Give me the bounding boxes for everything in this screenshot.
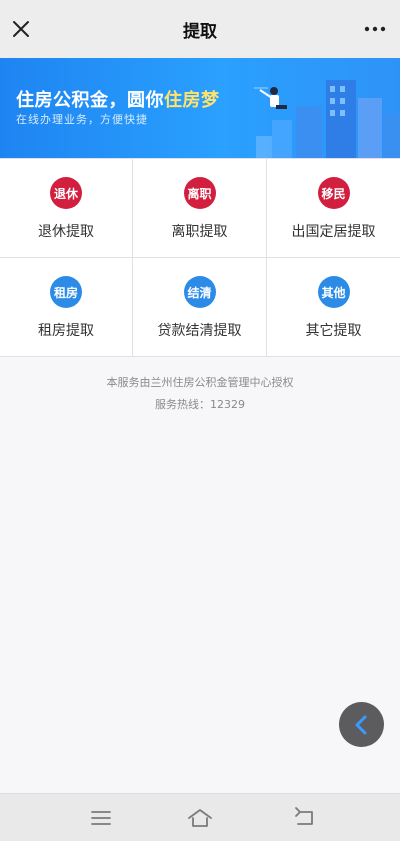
- banner-subtitle: 在线办理业务，方便快捷: [16, 113, 148, 126]
- chevron-left-icon: [355, 715, 366, 734]
- banner-slogan-main: 住房公积金，圆你: [16, 90, 164, 111]
- hotline-text: 服务热线：12329: [155, 398, 245, 411]
- emigration-icon: 移民: [317, 177, 350, 209]
- home-icon[interactable]: [187, 806, 213, 830]
- close-icon[interactable]: [12, 20, 30, 38]
- other-icon: 其他: [317, 276, 350, 308]
- menu-icon[interactable]: [88, 806, 114, 830]
- resignation-icon: 离职: [183, 177, 216, 209]
- rent-icon: 租房: [50, 276, 82, 308]
- service-label: 出国定居提取: [291, 224, 376, 240]
- service-label: 离职提取: [171, 224, 228, 240]
- city-buildings-illustration: [254, 80, 400, 158]
- back-icon[interactable]: [292, 806, 318, 830]
- footer-note: 本服务由兰州住房公积金管理中心授权 服务热线：12329: [0, 372, 400, 416]
- system-nav-bar: [0, 793, 400, 841]
- top-nav-bar: 提取: [0, 0, 400, 58]
- service-resignation[interactable]: 离职 离职提取: [133, 159, 267, 258]
- banner-slogan-highlight: 住房梦: [164, 90, 220, 111]
- service-label: 其它提取: [305, 323, 362, 339]
- service-other[interactable]: 其他 其它提取: [267, 258, 400, 357]
- banner-slogan: 住房公积金，圆你住房梦: [16, 86, 220, 112]
- retirement-icon: 退休: [50, 177, 82, 209]
- service-retirement[interactable]: 退休 退休提取: [0, 159, 133, 258]
- service-loan-settlement[interactable]: 结清 贷款结清提取: [133, 258, 267, 357]
- page-title: 提取: [183, 21, 217, 42]
- loan-settlement-icon: 结清: [183, 276, 216, 308]
- service-rent[interactable]: 租房 租房提取: [0, 258, 133, 357]
- floating-back-button[interactable]: [339, 702, 384, 747]
- authorization-text: 本服务由兰州住房公积金管理中心授权: [106, 376, 294, 389]
- service-label: 贷款结清提取: [157, 323, 242, 339]
- service-label: 租房提取: [38, 323, 94, 339]
- more-icon[interactable]: [364, 20, 386, 38]
- service-emigration[interactable]: 移民 出国定居提取: [267, 159, 400, 258]
- service-label: 退休提取: [38, 224, 94, 240]
- services-grid: 退休 退休提取 离职 离职提取 移民 出国定居提取 租房 租房提取 结清 贷款结…: [0, 158, 400, 357]
- promo-banner: 住房公积金，圆你住房梦 在线办理业务，方便快捷: [0, 58, 400, 158]
